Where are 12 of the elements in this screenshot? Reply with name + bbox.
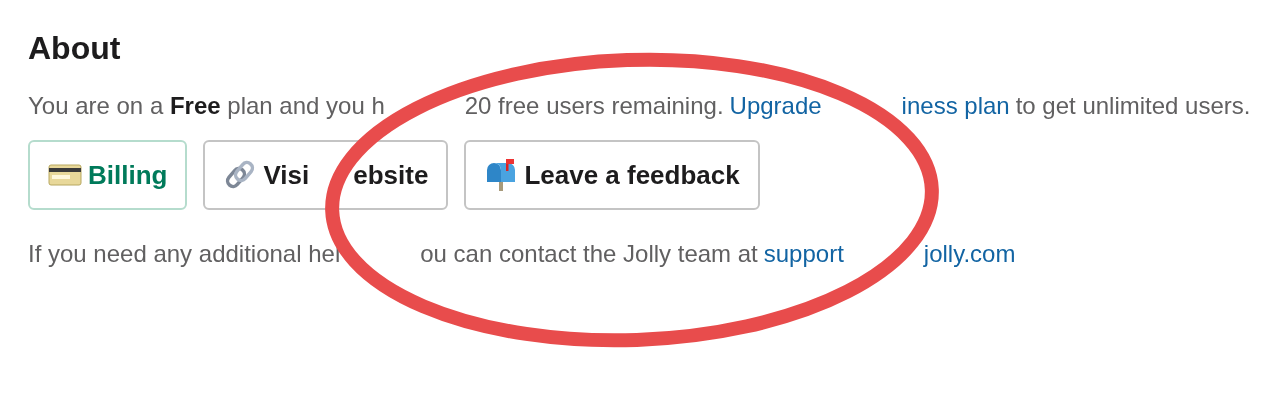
- plan-text: 20 free users remaining.: [464, 92, 724, 120]
- upgrade-link[interactable]: Upgrade: [729, 92, 822, 120]
- action-button[interactable]: Billing: [28, 140, 188, 210]
- action-button[interactable]: Visi ebsite: [203, 140, 449, 210]
- plan-text: You are on a Free plan and you h: [28, 92, 385, 120]
- section-heading: About: [28, 29, 122, 68]
- upgrade-link[interactable]: iness plan: [901, 92, 1010, 120]
- action-button[interactable]: Leave a feedback: [464, 140, 760, 210]
- help-text: ou can contact the Jolly team at: [420, 240, 758, 268]
- support-email-link[interactable]: support: [763, 240, 844, 268]
- support-email-link[interactable]: jolly.com: [923, 240, 1016, 268]
- plan-text: to get unlimited users.: [1015, 92, 1251, 120]
